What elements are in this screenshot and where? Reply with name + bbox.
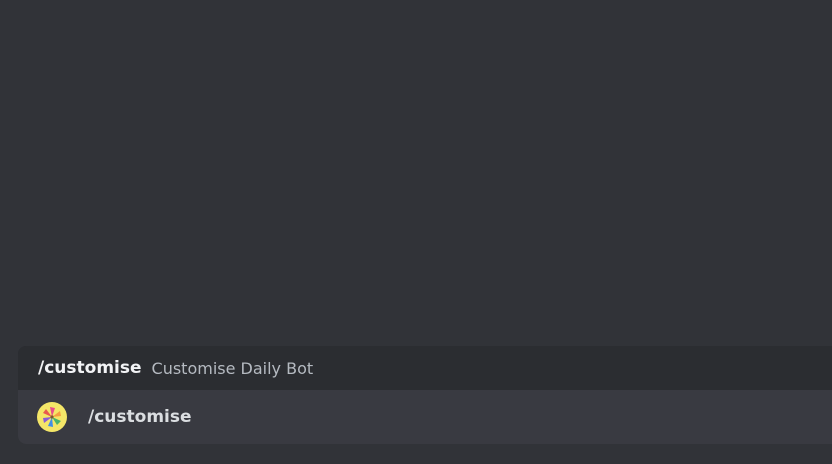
autocomplete-command-description: Customise Daily Bot (151, 358, 314, 378)
autocomplete-command-title: /customise (38, 358, 142, 378)
autocomplete-item-label: /customise (88, 407, 192, 427)
autocomplete-item-customise[interactable]: /customise (18, 390, 832, 444)
command-autocomplete: /customise Customise Daily Bot /customis… (18, 346, 832, 444)
chat-area: /customise Customise Daily Bot /customis… (0, 0, 832, 464)
autocomplete-header: /customise Customise Daily Bot (18, 346, 832, 390)
bot-avatar-icon (37, 402, 67, 432)
pinwheel-icon (43, 407, 61, 427)
